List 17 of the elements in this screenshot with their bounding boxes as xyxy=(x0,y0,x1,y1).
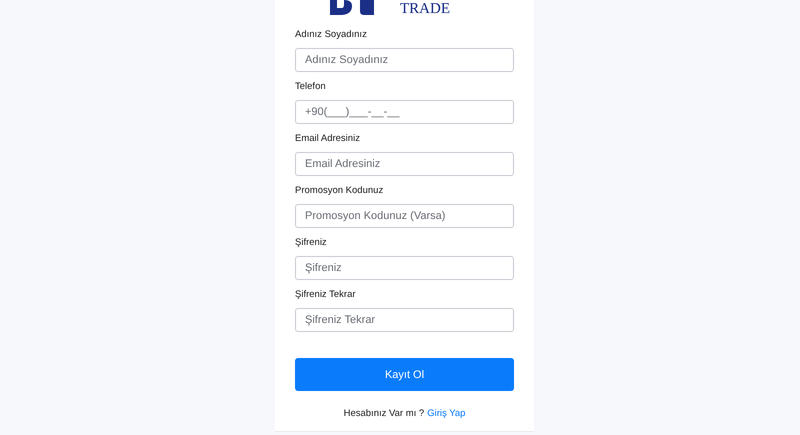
input-field[interactable]: Email Adresiniz xyxy=(295,152,514,176)
logo-icon xyxy=(330,0,376,16)
field-label: Şifreniz Tekrar xyxy=(295,289,357,301)
field-label: Telefon xyxy=(295,81,327,93)
input-field[interactable]: Adınız Soyadınız xyxy=(295,48,514,72)
input-field[interactable]: Şifreniz xyxy=(295,256,514,280)
logo-text: TRADE xyxy=(400,2,450,16)
login-prompt: Hesabınız Var mı ? xyxy=(344,408,424,419)
login-link[interactable]: Giriş Yap xyxy=(427,408,466,419)
input-field[interactable]: Promosyon Kodunuz (Varsa) xyxy=(295,204,514,228)
input-field[interactable]: +90(___)___-__-__ xyxy=(295,100,514,124)
field-label: Şifreniz xyxy=(295,237,328,249)
field-label: Adınız Soyadınız xyxy=(295,29,368,41)
field-label: Promosyon Kodunuz xyxy=(295,185,384,197)
field-label: Email Adresiniz xyxy=(295,133,361,145)
register-button[interactable]: Kayıt Ol xyxy=(295,358,514,391)
input-field[interactable]: Şifreniz Tekrar xyxy=(295,308,514,332)
